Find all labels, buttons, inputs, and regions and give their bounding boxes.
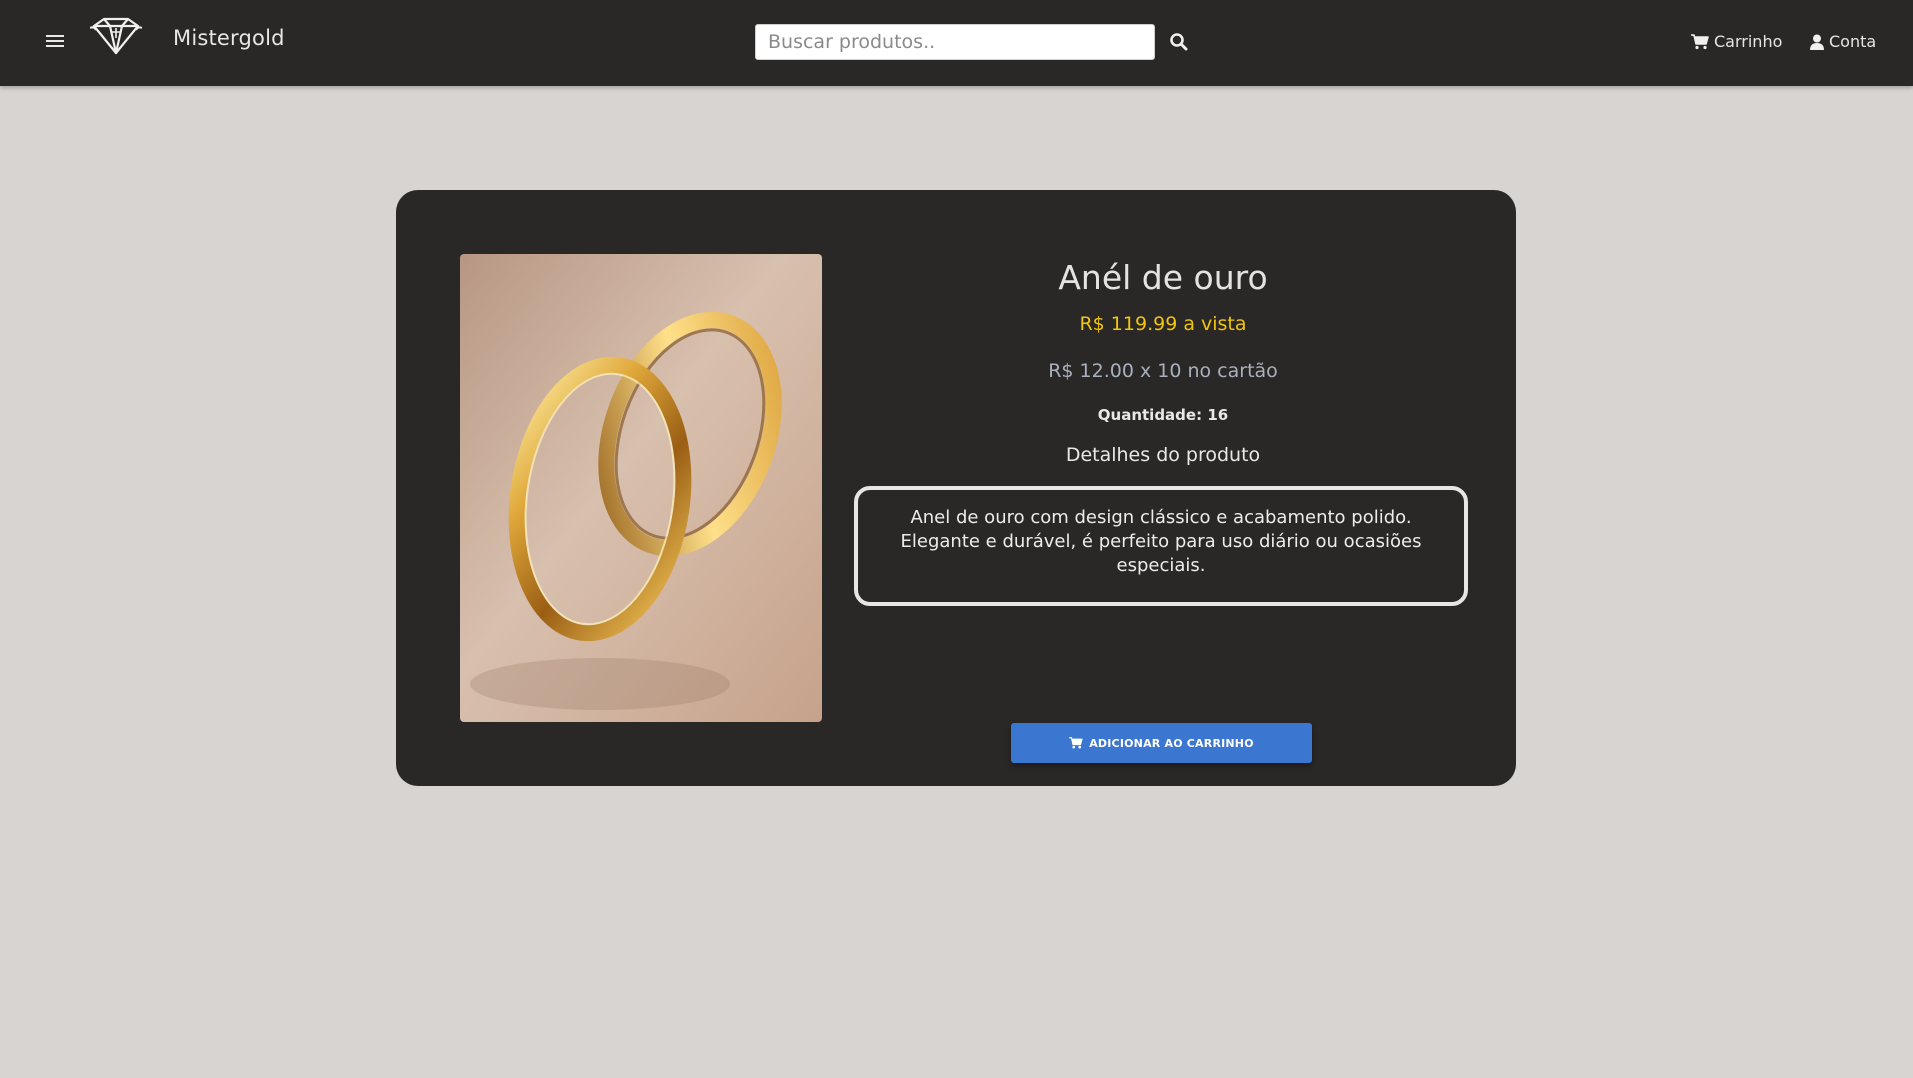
- user-icon: [1810, 34, 1824, 50]
- diamond-logo-icon[interactable]: [90, 16, 142, 56]
- price-installments: R$ 12.00 x 10 no cartão: [1048, 360, 1278, 382]
- top-navbar: Mistergold Carrinho Conta: [0, 0, 1913, 86]
- product-title: Anél de ouro: [1058, 258, 1268, 297]
- product-description: Anel de ouro com design clássico e acaba…: [854, 486, 1468, 606]
- search-input[interactable]: [755, 24, 1155, 60]
- add-to-cart-label: ADICIONAR AO CARRINHO: [1089, 736, 1254, 750]
- brand-name[interactable]: Mistergold: [173, 26, 285, 50]
- cart-label: Carrinho: [1714, 32, 1783, 51]
- search-icon[interactable]: [1169, 32, 1189, 52]
- product-quantity: Quantidade: 16: [1097, 406, 1229, 424]
- gold-rings-image: [460, 254, 822, 722]
- product-card: Anél de ouro R$ 119.99 a vista R$ 12.00 …: [396, 190, 1516, 786]
- hamburger-menu-icon[interactable]: [46, 32, 64, 52]
- add-to-cart-button[interactable]: ADICIONAR AO CARRINHO: [1011, 723, 1312, 763]
- account-link[interactable]: Conta: [1810, 32, 1876, 51]
- cart-icon: [1691, 33, 1709, 49]
- details-heading: Detalhes do produto: [1065, 444, 1261, 466]
- cart-link[interactable]: Carrinho: [1691, 32, 1782, 51]
- cart-icon: [1069, 737, 1083, 749]
- price-cash: R$ 119.99 a vista: [1079, 313, 1247, 335]
- account-label: Conta: [1829, 32, 1877, 51]
